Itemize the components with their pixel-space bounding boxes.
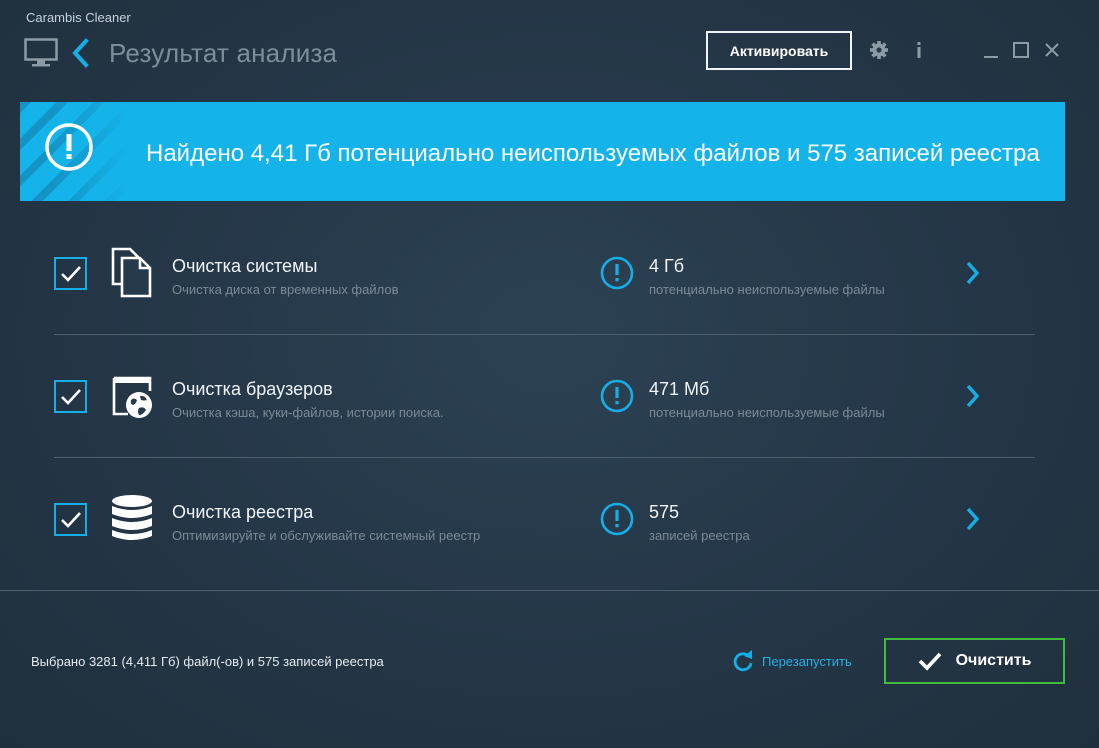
close-icon[interactable] (1041, 38, 1063, 62)
app-name: Carambis Cleaner (26, 10, 131, 25)
checkmark-icon (60, 265, 81, 282)
list-item-system: Очистка системы Очистка диска от временн… (54, 234, 1035, 314)
clean-button[interactable]: Очистить (884, 638, 1065, 684)
info-icon[interactable] (908, 38, 930, 62)
checkmark-icon (60, 511, 81, 528)
row-divider (54, 334, 1035, 335)
item-stat-label: потенциально неиспользуемые файлы (649, 282, 885, 297)
clean-button-label: Очистить (955, 652, 1032, 669)
back-chevron-icon[interactable] (70, 38, 92, 68)
warning-circle-icon (600, 379, 634, 413)
item-subtitle: Оптимизируйте и обслуживайте системный р… (172, 528, 481, 543)
item-title: Очистка браузеров (172, 379, 333, 399)
chevron-right-icon[interactable] (962, 381, 984, 411)
item-subtitle: Очистка диска от временных файлов (172, 282, 399, 297)
item-stat-value: 471 Мб (649, 379, 710, 399)
warning-circle-icon (600, 502, 634, 536)
exclamation-circle-icon (45, 123, 93, 171)
banner-text: Найдено 4,41 Гб потенциально неиспользуе… (146, 140, 1040, 167)
row-divider (54, 457, 1035, 458)
browser-globe-icon (112, 376, 152, 418)
result-banner: Найдено 4,41 Гб потенциально неиспользуе… (20, 102, 1065, 201)
chevron-right-icon[interactable] (962, 258, 984, 288)
checkmark-icon (60, 388, 81, 405)
checkmark-icon (918, 652, 941, 671)
list-item-registry: Очистка реестра Оптимизируйте и обслужив… (54, 480, 1035, 560)
chevron-right-icon[interactable] (962, 504, 984, 534)
item-title: Очистка системы (172, 256, 318, 276)
page-title: Результат анализа (109, 38, 338, 68)
browsers-checkbox[interactable] (54, 380, 87, 413)
warning-circle-icon (600, 256, 634, 290)
item-subtitle: Очистка кэша, куки-файлов, истории поиск… (172, 405, 444, 420)
item-stat-label: записей реестра (649, 528, 750, 543)
restart-button[interactable]: Перезапустить (732, 648, 852, 674)
gear-icon[interactable] (868, 38, 890, 62)
refresh-icon (733, 650, 753, 672)
selection-status: Выбрано 3281 (4,411 Гб) файл(-ов) и 575 … (31, 654, 384, 669)
restart-label: Перезапустить (762, 653, 852, 669)
activate-button[interactable]: Активировать (706, 31, 852, 70)
item-stat-label: потенциально неиспользуемые файлы (649, 405, 885, 420)
database-icon (112, 495, 152, 540)
files-icon (111, 247, 152, 298)
item-stat-value: 575 (649, 502, 680, 522)
system-checkbox[interactable] (54, 257, 87, 290)
minimize-icon[interactable] (980, 38, 1002, 62)
item-title: Очистка реестра (172, 502, 314, 522)
maximize-icon[interactable] (1010, 38, 1032, 62)
registry-checkbox[interactable] (54, 503, 87, 536)
list-item-browsers: Очистка браузеров Очистка кэша, куки-фай… (54, 357, 1035, 437)
item-stat-value: 4 Гб (649, 256, 685, 276)
monitor-icon (24, 38, 58, 67)
footer-divider (0, 590, 1099, 591)
